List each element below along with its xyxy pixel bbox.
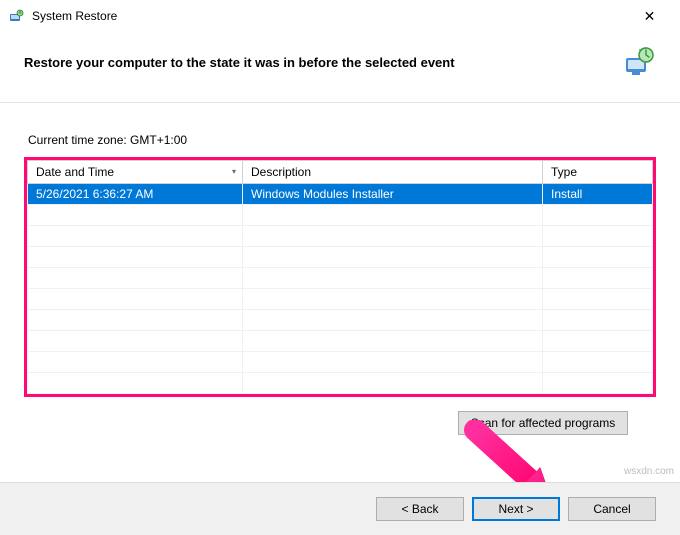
column-header-description[interactable]: Description — [243, 161, 543, 184]
table-cell-description: Windows Modules Installer — [243, 184, 543, 205]
table-row-empty — [28, 247, 653, 268]
table-row-empty — [28, 331, 653, 352]
window-title: System Restore — [32, 9, 117, 23]
column-header-datetime-label: Date and Time — [36, 165, 114, 179]
table-row-empty — [28, 205, 653, 226]
system-restore-icon — [8, 8, 24, 24]
titlebar: System Restore ✕ — [0, 0, 680, 32]
restore-points-table-highlight: Date and Time ▾ Description Type 5/26/20… — [24, 157, 656, 397]
column-header-type[interactable]: Type — [543, 161, 653, 184]
sort-descending-icon: ▾ — [232, 167, 236, 176]
restore-points-table[interactable]: Date and Time ▾ Description Type 5/26/20… — [27, 160, 653, 394]
close-button[interactable]: ✕ — [627, 1, 672, 31]
restore-wizard-icon — [620, 44, 656, 80]
watermark: wsxdn.com — [624, 466, 674, 477]
table-row-empty — [28, 226, 653, 247]
table-row-empty — [28, 373, 653, 394]
content-area: Current time zone: GMT+1:00 Date and Tim… — [0, 103, 680, 435]
table-cell-datetime: 5/26/2021 6:36:27 AM — [28, 184, 243, 205]
table-cell-type: Install — [543, 184, 653, 205]
page-headline: Restore your computer to the state it wa… — [24, 55, 455, 70]
table-row-empty — [28, 310, 653, 331]
table-row-empty — [28, 289, 653, 310]
next-button[interactable]: Next > — [472, 497, 560, 521]
back-button[interactable]: < Back — [376, 497, 464, 521]
timezone-label: Current time zone: GMT+1:00 — [28, 133, 652, 147]
scan-affected-programs-button[interactable]: Scan for affected programs — [458, 411, 628, 435]
table-row-empty — [28, 268, 653, 289]
column-header-datetime[interactable]: Date and Time ▾ — [28, 161, 243, 184]
table-row[interactable]: 5/26/2021 6:36:27 AMWindows Modules Inst… — [28, 184, 653, 205]
cancel-button[interactable]: Cancel — [568, 497, 656, 521]
wizard-footer: < Back Next > Cancel — [0, 482, 680, 535]
table-row-empty — [28, 352, 653, 373]
wizard-header: Restore your computer to the state it wa… — [0, 32, 680, 102]
